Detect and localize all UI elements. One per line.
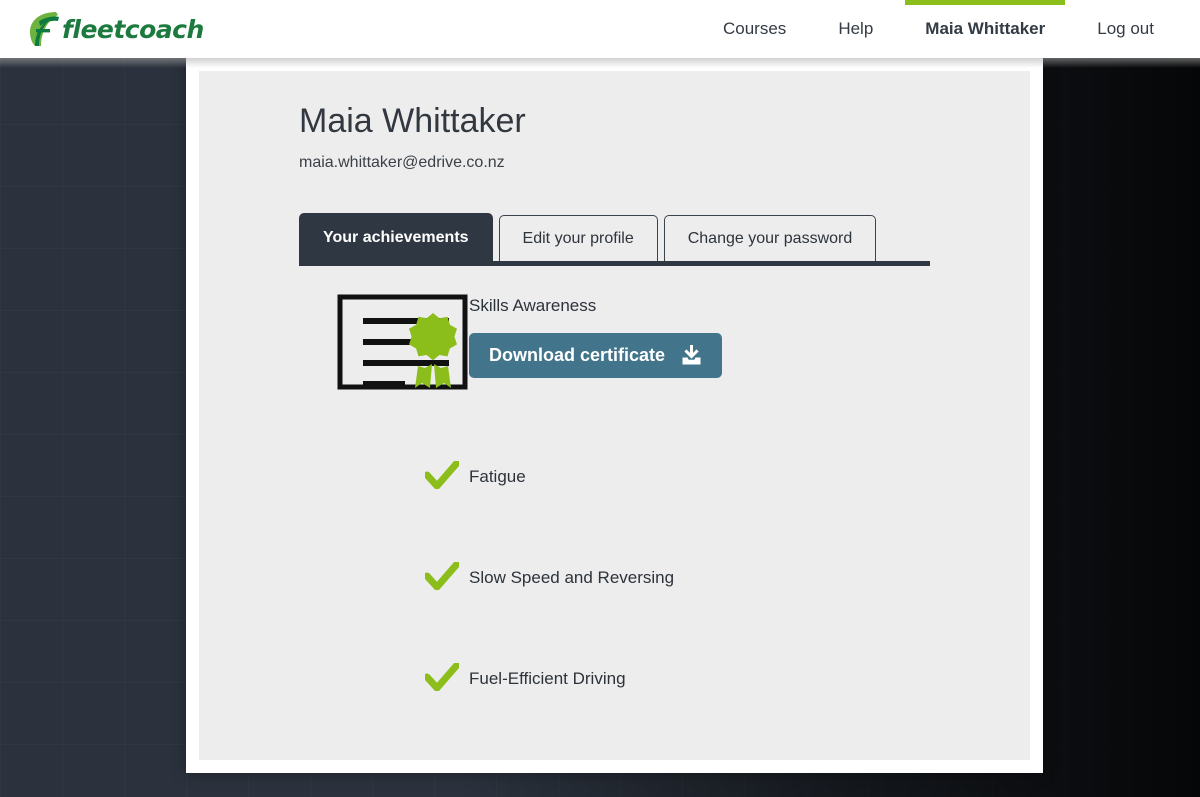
achievement-item-slow-speed-and-reversing: Slow Speed and Reversing [337,525,930,626]
achievement-body: Slow Speed and Reversing [469,564,930,588]
nav-item-label: Help [838,19,874,38]
achievement-title: Fuel-Efficient Driving [469,668,626,688]
nav-item-help[interactable]: Help [812,0,899,58]
page-title: Maia Whittaker [299,102,526,140]
achievement-icon-slot [337,561,469,590]
main-navigation: Courses Help Maia Whittaker Log out [697,0,1180,58]
brand-logo[interactable]: fleetcoach [26,9,204,49]
leaf-f-logo-icon [30,12,59,46]
tab-edit-your-profile[interactable]: Edit your profile [498,215,658,262]
achievement-title: Skills Awareness [469,296,597,316]
green-check-icon [425,662,459,691]
green-check-icon [425,460,459,489]
content-card: Maia Whittaker maia.whittaker@edrive.co.… [186,58,1043,773]
achievements-list: Skills Awareness Download certificate Fa… [299,292,930,727]
user-email: maia.whittaker@edrive.co.nz [299,154,505,172]
tab-label: Change your password [687,229,853,247]
tab-label: Your achievements [323,228,469,246]
tab-change-your-password[interactable]: Change your password [663,215,877,262]
achievement-title: Fatigue [469,466,526,486]
achievement-icon-slot [337,292,469,390]
achievement-title: Slow Speed and Reversing [469,567,675,587]
achievement-body: Fuel-Efficient Driving [469,665,930,689]
download-icon [682,344,701,365]
nav-item-log-out[interactable]: Log out [1071,0,1180,58]
tab-bar: Your achievements Edit your profile Chan… [299,211,930,262]
top-header: fleetcoach Courses Help Maia Whittaker L… [0,0,1200,58]
download-certificate-label: Download certificate [489,345,666,366]
download-certificate-button[interactable]: Download certificate [469,332,723,378]
achievement-body: Fatigue [469,463,930,487]
tab-label: Edit your profile [522,229,634,247]
nav-item-label: Maia Whittaker [925,19,1046,38]
brand-wordmark: fleetcoach [62,14,204,44]
achievement-item-fatigue: Fatigue [337,424,930,525]
tab-underline [299,261,930,267]
certificate-icon [337,294,468,390]
green-check-icon [425,561,459,590]
achievement-icon-slot [337,662,469,691]
achievement-body: Skills Awareness Download certificate [469,292,930,378]
tab-your-achievements[interactable]: Your achievements [299,213,493,262]
achievement-item-skills-awareness: Skills Awareness Download certificate [337,292,930,390]
nav-item-label: Courses [723,19,787,38]
achievement-icon-slot [337,460,469,489]
achievement-item-fuel-efficient-driving: Fuel-Efficient Driving [337,626,930,727]
nav-item-maia-whittaker[interactable]: Maia Whittaker [899,0,1071,58]
nav-item-label: Log out [1097,19,1154,38]
content-inner: Maia Whittaker maia.whittaker@edrive.co.… [199,71,1030,760]
nav-item-courses[interactable]: Courses [697,0,812,58]
